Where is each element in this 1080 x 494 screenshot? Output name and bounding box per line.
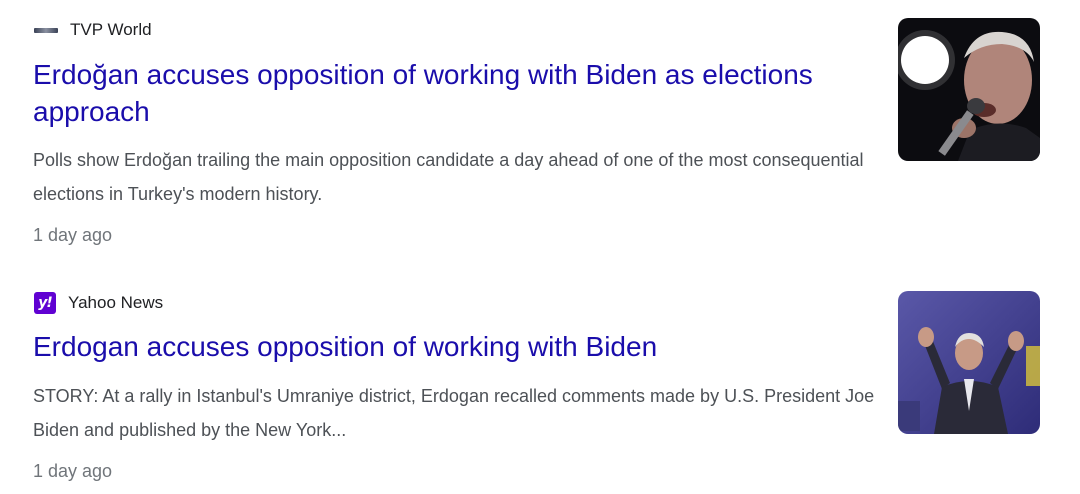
source-row[interactable]: y! Yahoo News [34,291,163,315]
result-title-link[interactable]: Erdogan accuses opposition of working wi… [33,328,873,365]
result-snippet: Polls show Erdoğan trailing the main opp… [33,150,864,204]
source-name: TVP World [70,20,152,39]
result-title-link[interactable]: Erdoğan accuses opposition of working wi… [33,56,873,130]
yahoo-logo-icon: y! [34,292,56,314]
source-row[interactable]: TVP World [34,18,152,42]
news-result-card[interactable]: y! Yahoo News Erdogan accuses opposition… [0,270,1080,494]
news-results: TVP World Erdoğan accuses opposition of … [0,0,1080,494]
news-result-card[interactable]: TVP World Erdoğan accuses opposition of … [0,0,1080,260]
tvp-world-logo-icon [34,18,58,42]
result-thumbnail-image[interactable] [898,291,1040,434]
result-timestamp: 1 day ago [33,225,113,245]
result-snippet: STORY: At a rally in Istanbul's Umraniye… [33,386,875,440]
source-name: Yahoo News [68,293,164,312]
result-timestamp: 1 day ago [33,461,113,481]
result-thumbnail-image[interactable] [898,18,1040,161]
